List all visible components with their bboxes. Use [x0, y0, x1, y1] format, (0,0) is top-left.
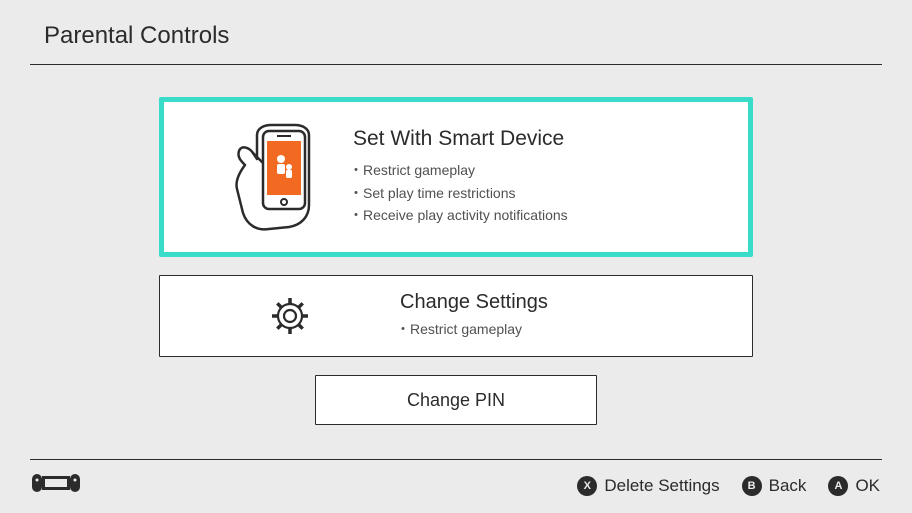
header: Parental Controls — [0, 0, 912, 64]
change-pin-title: Change PIN — [407, 390, 505, 411]
delete-settings-label: Delete Settings — [604, 476, 719, 496]
x-button-icon: X — [577, 476, 597, 496]
smart-device-bullet: Restrict gameplay — [353, 159, 709, 181]
smart-device-bullet: Receive play activity notifications — [353, 204, 709, 226]
main-content: Set With Smart Device Restrict gameplay … — [0, 65, 912, 425]
page-title: Parental Controls — [44, 22, 912, 50]
change-settings-bullet: Restrict gameplay — [400, 318, 712, 340]
back-label: Back — [769, 476, 807, 496]
controller-icon — [32, 472, 80, 499]
smart-device-card[interactable]: Set With Smart Device Restrict gameplay … — [159, 97, 753, 257]
smart-device-bullet: Set play time restrictions — [353, 182, 709, 204]
smart-device-title: Set With Smart Device — [353, 127, 709, 151]
gear-icon — [250, 296, 330, 336]
a-button-icon: A — [828, 476, 848, 496]
change-settings-title: Change Settings — [400, 291, 712, 314]
phone-in-hand-icon — [203, 117, 353, 237]
change-pin-card[interactable]: Change PIN — [315, 375, 597, 425]
b-button-icon: B — [742, 476, 762, 496]
delete-settings-action[interactable]: X Delete Settings — [577, 476, 719, 496]
back-action[interactable]: B Back — [742, 476, 807, 496]
footer: X Delete Settings B Back A OK — [0, 459, 912, 513]
ok-label: OK — [855, 476, 880, 496]
change-settings-card[interactable]: Change Settings Restrict gameplay — [159, 275, 753, 357]
ok-action[interactable]: A OK — [828, 476, 880, 496]
